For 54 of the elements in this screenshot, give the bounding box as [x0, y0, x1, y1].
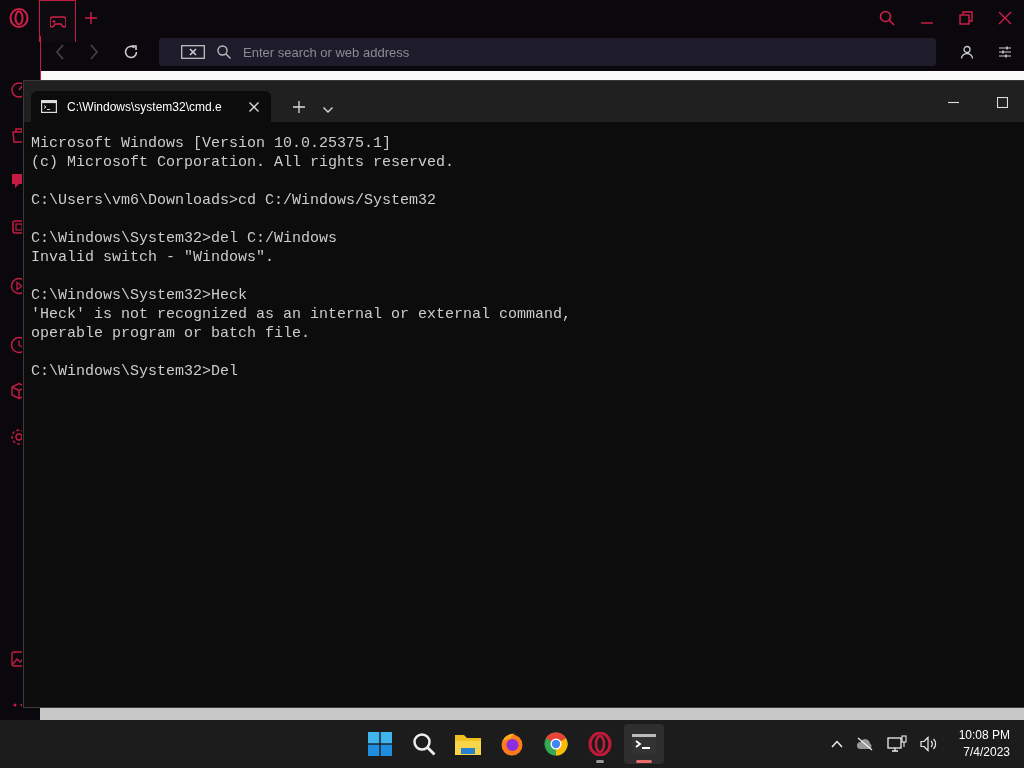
chevron-up-icon[interactable]	[830, 740, 843, 748]
profile-icon[interactable]	[960, 45, 974, 59]
console-line: C:\Users\vm6\Downloads>cd C:/Windows/System32	[31, 191, 438, 210]
console-line: Invalid switch - "Windows".	[31, 248, 276, 267]
clock-date: 7/4/2023	[963, 744, 1010, 761]
forward-icon[interactable]	[89, 44, 99, 60]
dropdown-caret-icon[interactable]	[323, 107, 333, 113]
console-line: Microsoft Windows [Version 10.0.25375.1]	[31, 134, 393, 153]
settings-sliders-icon[interactable]	[998, 45, 1012, 59]
windows-logo-icon	[368, 732, 392, 756]
opera-logo-icon	[588, 732, 612, 756]
console-line: C:\Windows\System32>Del	[31, 362, 240, 381]
speedometer-icon[interactable]	[10, 80, 22, 98]
terminal-tab[interactable]: C:\Windows\system32\cmd.e	[31, 91, 271, 122]
fox-globe-icon	[500, 732, 524, 756]
console-line: C:\Windows\System32>del C:/Windows	[31, 229, 339, 248]
opera-logo-icon[interactable]	[9, 8, 29, 28]
console-line: C:\Windows\System32>Heck	[31, 286, 249, 305]
close-tab-icon[interactable]	[249, 101, 259, 112]
network-icon[interactable]	[886, 735, 907, 753]
address-input[interactable]: Enter search or web address	[243, 44, 936, 60]
browser-tab[interactable]	[39, 0, 76, 42]
chrome-logo-icon	[544, 732, 568, 756]
settings-icon[interactable]	[10, 428, 22, 446]
console-line: 'Heck' is not recognized as an internal or external command,	[31, 305, 573, 324]
search-icon[interactable]	[879, 10, 895, 26]
chip-icon[interactable]	[10, 218, 22, 236]
gamepad-icon	[49, 15, 66, 28]
command-prompt-icon	[41, 100, 57, 113]
reload-icon[interactable]	[123, 44, 139, 60]
console-line: operable program or batch file.	[31, 324, 312, 343]
bag-icon[interactable]	[10, 126, 22, 144]
clock-icon[interactable]	[10, 336, 22, 354]
restore-icon[interactable]	[959, 11, 973, 25]
address-bar[interactable]: Enter search or web address	[159, 38, 936, 66]
folder-icon	[455, 733, 481, 755]
clock-time: 10:08 PM	[958, 727, 1010, 744]
running-indicator	[636, 760, 652, 763]
maximize-icon[interactable]	[997, 97, 1008, 108]
back-icon[interactable]	[55, 44, 65, 60]
cloud-off-icon[interactable]	[855, 737, 874, 751]
taskbar-app[interactable]	[624, 724, 664, 764]
tab-title: C:\Windows\system32\cmd.e	[67, 99, 223, 114]
chat-bubble-icon[interactable]	[10, 172, 22, 190]
search-icon	[412, 732, 436, 756]
close-icon[interactable]	[998, 11, 1012, 25]
console-line: (c) Microsoft Corporation. All rights reserved.	[31, 153, 456, 172]
volume-icon[interactable]	[919, 736, 938, 752]
running-indicator	[596, 760, 604, 763]
search-icon	[217, 45, 231, 59]
cube-icon[interactable]	[10, 382, 22, 400]
clear-key-icon[interactable]	[181, 45, 205, 59]
clock[interactable]: 10:08 PM 7/4/2023	[958, 727, 1010, 761]
image-icon[interactable]	[10, 650, 22, 668]
